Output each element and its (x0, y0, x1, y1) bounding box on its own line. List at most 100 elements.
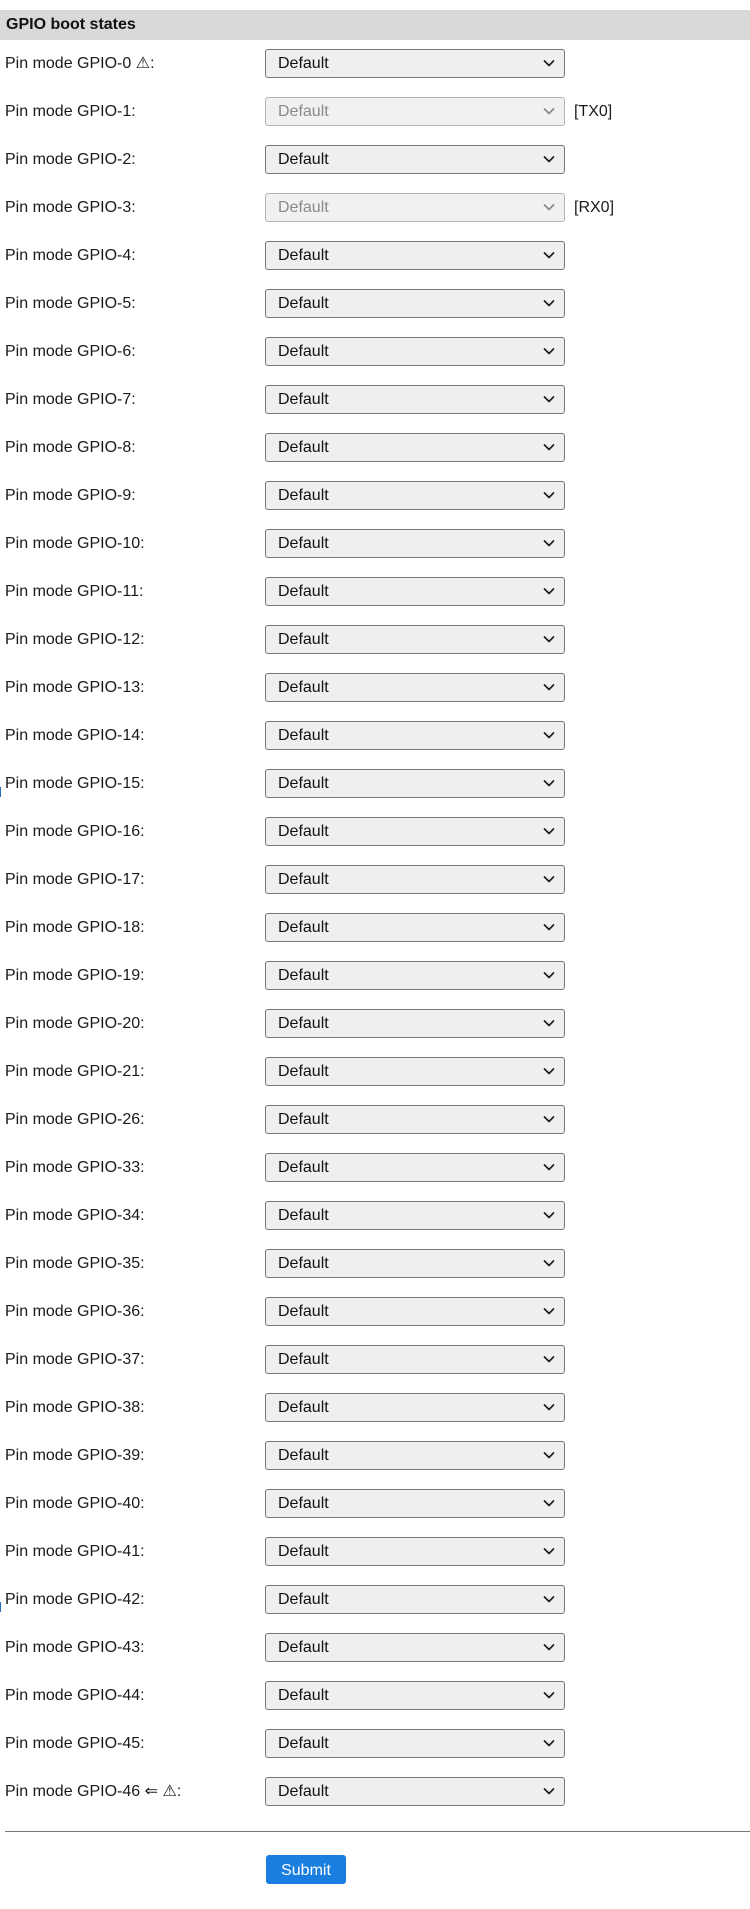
pin-mode-select[interactable]: Default (265, 529, 565, 558)
pin-row: Pin mode GPIO-0 ⚠: Default (0, 49, 750, 79)
pin-row: Pin mode GPIO-6: Default (0, 337, 750, 367)
pin-row: Pin mode GPIO-10: Default (0, 529, 750, 559)
pin-row: Pin mode GPIO-17: Default (0, 865, 750, 895)
pin-mode-select[interactable]: Default (265, 241, 565, 270)
pin-mode-select[interactable]: Default (265, 961, 565, 990)
pin-mode-value: Default (278, 775, 329, 792)
pin-mode-select: Default (265, 193, 565, 222)
edge-marker (0, 1602, 4, 1612)
pin-mode-select[interactable]: Default (265, 481, 565, 510)
pin-mode-select[interactable]: Default (265, 1201, 565, 1230)
pin-mode-select[interactable]: Default (265, 145, 565, 174)
pin-row: Pin mode GPIO-39: Default (0, 1441, 750, 1471)
pin-mode-label: Pin mode GPIO-4: (5, 247, 136, 264)
pin-mode-select[interactable]: Default (265, 1345, 565, 1374)
pin-mode-select: Default (265, 97, 565, 126)
pin-mode-select[interactable]: Default (265, 721, 565, 750)
pin-mode-select[interactable]: Default (265, 1153, 565, 1182)
pin-mode-value: Default (278, 1783, 329, 1800)
chevron-down-icon (543, 300, 555, 307)
chevron-down-icon (543, 1212, 555, 1219)
chevron-down-icon (543, 252, 555, 259)
pin-mode-value: Default (278, 487, 329, 504)
pin-row: Pin mode GPIO-16: Default (0, 817, 750, 847)
pin-mode-label: Pin mode GPIO-19: (5, 967, 145, 984)
pin-mode-select[interactable]: Default (265, 433, 565, 462)
pin-mode-label: Pin mode GPIO-39: (5, 1447, 145, 1464)
pin-mode-select[interactable]: Default (265, 1105, 565, 1134)
pin-mode-select[interactable]: Default (265, 1057, 565, 1086)
pin-mode-label: Pin mode GPIO-12: (5, 631, 145, 648)
pin-row: Pin mode GPIO-46 ⇐ ⚠: Default (0, 1777, 750, 1807)
pin-row: Pin mode GPIO-45: Default (0, 1729, 750, 1759)
pin-row: Pin mode GPIO-15: Default (0, 769, 750, 799)
pin-row: Pin mode GPIO-33: Default (0, 1153, 750, 1183)
edge-marker (0, 787, 4, 797)
pin-mode-select[interactable]: Default (265, 673, 565, 702)
pin-mode-value: Default (278, 1351, 329, 1368)
pin-mode-value: Default (278, 1063, 329, 1080)
pin-mode-select[interactable]: Default (265, 1489, 565, 1518)
pin-mode-select[interactable]: Default (265, 1297, 565, 1326)
pin-row: Pin mode GPIO-20: Default (0, 1009, 750, 1039)
submit-button[interactable]: Submit (266, 1855, 346, 1884)
pin-mode-select[interactable]: Default (265, 1441, 565, 1470)
chevron-down-icon (543, 348, 555, 355)
chevron-down-icon (543, 876, 555, 883)
pin-mode-select[interactable]: Default (265, 289, 565, 318)
pin-mode-label: Pin mode GPIO-2: (5, 151, 136, 168)
pin-mode-value: Default (278, 247, 329, 264)
chevron-down-icon (543, 1692, 555, 1699)
chevron-down-icon (543, 108, 555, 115)
pin-mode-label: Pin mode GPIO-17: (5, 871, 145, 888)
pin-mode-label: Pin mode GPIO-14: (5, 727, 145, 744)
pin-mode-select[interactable]: Default (265, 1729, 565, 1758)
pin-mode-value: Default (278, 727, 329, 744)
pin-mode-label: Pin mode GPIO-3: (5, 199, 136, 216)
chevron-down-icon (543, 204, 555, 211)
pin-mode-select[interactable]: Default (265, 1009, 565, 1038)
pin-mode-select[interactable]: Default (265, 625, 565, 654)
pin-mode-select[interactable]: Default (265, 1537, 565, 1566)
pin-mode-select[interactable]: Default (265, 865, 565, 894)
pin-mode-label: Pin mode GPIO-15: (5, 775, 145, 792)
pin-mode-label: Pin mode GPIO-1: (5, 103, 136, 120)
pin-mode-select[interactable]: Default (265, 1681, 565, 1710)
pin-mode-select[interactable]: Default (265, 49, 565, 78)
pin-row: Pin mode GPIO-2: Default (0, 145, 750, 175)
pin-mode-select[interactable]: Default (265, 385, 565, 414)
pin-mode-label: Pin mode GPIO-33: (5, 1159, 145, 1176)
pin-mode-select[interactable]: Default (265, 337, 565, 366)
pin-mode-select[interactable]: Default (265, 817, 565, 846)
pin-mode-select[interactable]: Default (265, 913, 565, 942)
pin-mode-select[interactable]: Default (265, 1585, 565, 1614)
pin-mode-select[interactable]: Default (265, 1633, 565, 1662)
pin-mode-value: Default (278, 295, 329, 312)
pin-mode-select[interactable]: Default (265, 769, 565, 798)
chevron-down-icon (543, 1644, 555, 1651)
pin-mode-label: Pin mode GPIO-38: (5, 1399, 145, 1416)
pin-mode-value: Default (278, 583, 329, 600)
pin-mode-value: Default (278, 871, 329, 888)
chevron-down-icon (543, 540, 555, 547)
pin-mode-label: Pin mode GPIO-0 ⚠: (5, 55, 155, 72)
pin-mode-label: Pin mode GPIO-7: (5, 391, 136, 408)
pin-note: [RX0] (574, 199, 615, 216)
pin-mode-value: Default (278, 199, 329, 216)
pin-mode-select[interactable]: Default (265, 1393, 565, 1422)
chevron-down-icon (543, 588, 555, 595)
pin-mode-select[interactable]: Default (265, 1249, 565, 1278)
pin-mode-label: Pin mode GPIO-20: (5, 1015, 145, 1032)
pin-mode-label: Pin mode GPIO-26: (5, 1111, 145, 1128)
pin-row: Pin mode GPIO-19: Default (0, 961, 750, 991)
pin-mode-label: Pin mode GPIO-18: (5, 919, 145, 936)
pin-row: Pin mode GPIO-12: Default (0, 625, 750, 655)
chevron-down-icon (543, 1596, 555, 1603)
pin-mode-select[interactable]: Default (265, 577, 565, 606)
pin-mode-value: Default (278, 1015, 329, 1032)
gpio-boot-states-header: GPIO boot states (0, 10, 750, 40)
pin-mode-label: Pin mode GPIO-41: (5, 1543, 145, 1560)
pin-mode-select[interactable]: Default (265, 1777, 565, 1806)
chevron-down-icon (543, 1788, 555, 1795)
chevron-down-icon (543, 924, 555, 931)
